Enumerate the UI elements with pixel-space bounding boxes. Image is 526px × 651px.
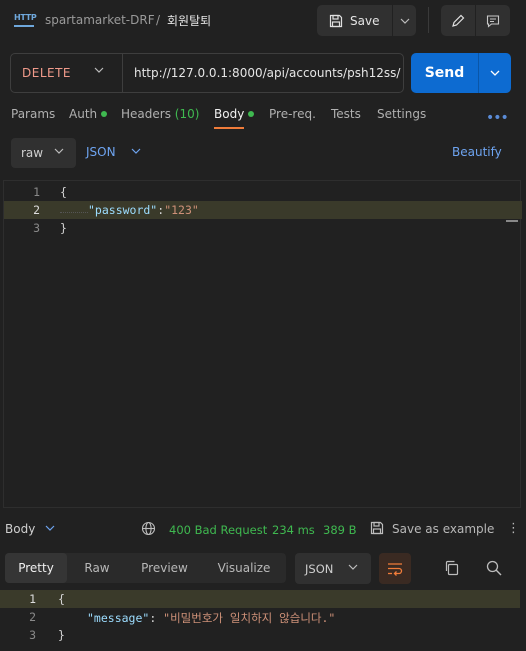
method-selector[interactable]: DELETE: [11, 54, 122, 92]
wrap-lines-button[interactable]: [379, 553, 411, 584]
save-as-example-button[interactable]: Save as example: [392, 522, 494, 536]
tab-tests[interactable]: Tests: [331, 107, 361, 121]
line-number: 2: [33, 203, 40, 217]
code-line: 2 "message": "비밀번호가 일치하지 않습니다.": [0, 608, 520, 626]
response-format-select[interactable]: JSON: [295, 553, 371, 584]
line-number: 1: [29, 592, 36, 606]
chevron-down-icon[interactable]: [45, 525, 55, 531]
edit-button[interactable]: [441, 5, 475, 36]
response-body-viewer[interactable]: 1 { 2 "message": "비밀번호가 일치하지 않습니다." 3 }: [0, 588, 526, 651]
breadcrumb-separator: /: [156, 13, 161, 27]
json-key: "password": [88, 203, 158, 217]
url-bar: DELETE http://127.0.0.1:8000/api/account…: [10, 53, 404, 93]
code-line-current: 2 "password":"123": [4, 201, 522, 222]
chevron-down-icon: [400, 18, 409, 24]
chevron-down-icon: [490, 70, 500, 76]
tab-preview[interactable]: Preview: [127, 553, 202, 583]
code-text: {: [60, 185, 67, 199]
tab-headers-label: Headers: [121, 107, 171, 121]
tab-visualize[interactable]: Visualize: [202, 553, 286, 583]
search-icon[interactable]: [486, 560, 502, 576]
json-value: "123": [164, 203, 199, 217]
response-format-label: JSON: [305, 561, 334, 576]
tab-body[interactable]: Body: [214, 107, 255, 121]
json-colon: :: [149, 611, 164, 625]
copy-icon[interactable]: [444, 560, 459, 576]
body-language-select[interactable]: JSON: [86, 145, 116, 159]
chevron-down-icon: [94, 67, 104, 73]
line-number: 2: [29, 610, 36, 624]
body-mode-label: raw: [21, 146, 44, 160]
response-time[interactable]: 234 ms: [272, 523, 315, 537]
edit-comment-group: [441, 5, 510, 36]
send-options-button[interactable]: [479, 53, 511, 93]
save-options-button[interactable]: [393, 5, 416, 36]
status-dot: [101, 110, 108, 117]
tab-prereq[interactable]: Pre-req.: [269, 107, 316, 121]
globe-icon[interactable]: [141, 521, 156, 536]
tab-auth-label: Auth: [69, 107, 98, 121]
tab-settings[interactable]: Settings: [377, 107, 426, 121]
code-line: 3 }: [4, 219, 522, 237]
json-key: "message": [87, 611, 150, 625]
send-button-group: Send: [411, 53, 511, 93]
breadcrumb-collection[interactable]: spartamarket-DRF: [45, 13, 155, 27]
code-line: 1 {: [4, 183, 522, 201]
response-size[interactable]: 389 B: [323, 523, 357, 537]
request-body-editor[interactable]: 1 { 2 "password":"123" 3 }: [3, 180, 522, 508]
chevron-down-icon: [131, 148, 141, 154]
headers-count: (10): [174, 107, 200, 121]
chevron-down-icon: [54, 148, 64, 154]
more-tabs-button[interactable]: •••: [486, 110, 509, 126]
chevron-down-icon: [348, 564, 358, 570]
kebab-icon[interactable]: ⋮: [507, 521, 520, 536]
comments-button[interactable]: [476, 5, 510, 36]
send-button[interactable]: Send: [411, 53, 478, 93]
active-tab-indicator: [214, 127, 244, 129]
request-title[interactable]: 회원탈퇴: [167, 12, 211, 29]
comment-icon: [486, 14, 500, 28]
tab-raw[interactable]: Raw: [67, 553, 127, 583]
line-number: 3: [29, 628, 36, 642]
url-input[interactable]: http://127.0.0.1:8000/api/accounts/psh12…: [134, 66, 400, 80]
line-number: 1: [33, 185, 40, 199]
save-button-group: Save: [317, 5, 416, 36]
send-label: Send: [424, 65, 465, 81]
method-label: DELETE: [22, 66, 72, 80]
http-icon: HTTP: [14, 13, 37, 28]
response-status-bar: Body 400 Bad Request 234 ms 389 B Save a…: [0, 518, 526, 540]
pencil-icon: [452, 14, 465, 27]
tab-body-label: Body: [214, 107, 245, 121]
beautify-button[interactable]: Beautify: [452, 145, 502, 159]
save-example-icon: [370, 521, 384, 535]
request-tabs: Params Auth Headers (10) Body Pre-req. T…: [0, 107, 526, 129]
code-text: }: [60, 221, 67, 235]
tab-headers[interactable]: Headers (10): [121, 107, 199, 121]
code-text: {: [58, 592, 65, 606]
code-text: }: [58, 628, 65, 642]
line-number: 3: [33, 221, 40, 235]
top-bar: HTTP spartamarket-DRF / 회원탈퇴 Save: [0, 0, 526, 42]
response-view-tabs: Pretty Raw Preview Visualize: [5, 553, 286, 583]
body-mode-select[interactable]: raw: [11, 138, 76, 168]
tab-params[interactable]: Params: [11, 107, 55, 121]
tab-auth[interactable]: Auth: [69, 107, 108, 121]
status-dot: [248, 110, 255, 117]
wrap-lines-icon: [388, 562, 403, 576]
tab-pretty[interactable]: Pretty: [5, 553, 67, 583]
save-button[interactable]: Save: [317, 5, 392, 36]
json-value: "비밀번호가 일치하지 않습니다.": [163, 611, 336, 625]
save-icon: [329, 14, 343, 27]
response-status[interactable]: 400 Bad Request: [169, 523, 267, 537]
code-line-current: 1 {: [0, 590, 520, 608]
response-section-toggle[interactable]: Body: [5, 522, 35, 536]
code-line: 3 }: [0, 626, 520, 644]
save-label: Save: [350, 13, 380, 28]
indent-guide: [60, 203, 88, 213]
